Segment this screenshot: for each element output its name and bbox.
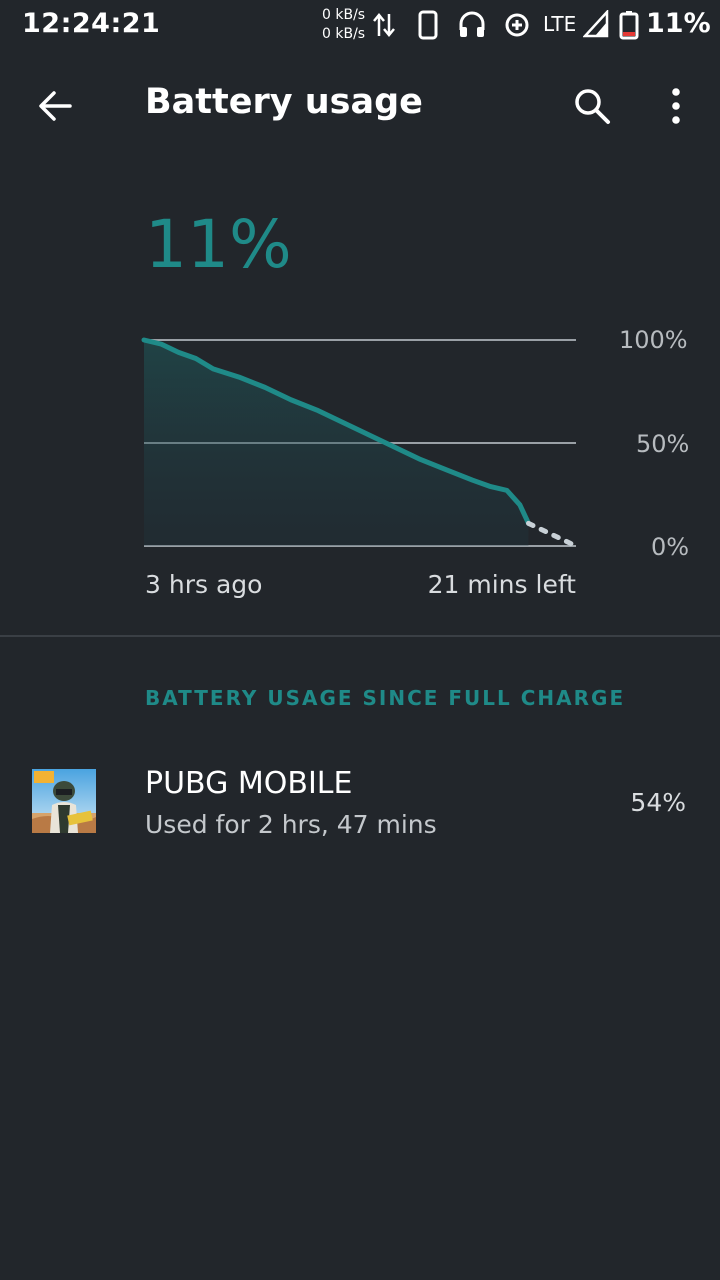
search-icon[interactable] <box>570 84 614 128</box>
signal-icon <box>583 10 609 38</box>
app-name: PUBG MOBILE <box>145 766 353 801</box>
y-tick-label: 50% <box>636 430 690 458</box>
upload-speed: 0 kB/s <box>322 7 366 23</box>
section-header: BATTERY USAGE SINCE FULL CHARGE <box>145 686 626 710</box>
pubg-app-icon <box>32 769 96 833</box>
data-transfer-icon <box>373 13 395 37</box>
app-bar: Battery usage <box>0 52 720 160</box>
x-label-start: 3 hrs ago <box>145 570 263 599</box>
battery-projection-line <box>525 520 579 549</box>
status-battery-percent: 11% <box>646 8 711 39</box>
battery-icon <box>619 11 639 40</box>
battery-level: 11% <box>145 206 292 283</box>
x-label-end: 21 mins left <box>427 570 576 599</box>
status-bar: 12:24:21 0 kB/s 0 kB/s LTE 11% <box>0 0 720 52</box>
y-tick-label: 0% <box>651 533 690 561</box>
back-arrow-icon[interactable] <box>34 84 78 128</box>
app-usage-row[interactable]: PUBG MOBILE Used for 2 hrs, 47 mins 54% <box>0 750 720 860</box>
phone-icon <box>418 10 438 40</box>
divider <box>0 635 720 637</box>
download-speed: 0 kB/s <box>322 26 366 42</box>
y-tick-label: 100% <box>619 326 688 354</box>
app-usage-time: Used for 2 hrs, 47 mins <box>145 810 437 839</box>
status-time: 12:24:21 <box>22 8 161 39</box>
network-speed: 0 kB/s 0 kB/s <box>322 6 365 44</box>
headphones-icon <box>459 11 485 37</box>
app-usage-percent: 54% <box>630 788 686 817</box>
more-vert-icon[interactable] <box>654 84 698 128</box>
battery-chart-plot <box>141 337 579 549</box>
data-saver-icon <box>505 13 529 37</box>
page-title: Battery usage <box>145 82 423 122</box>
network-type: LTE <box>543 12 577 36</box>
battery-chart: 100% 50% 0% 3 hrs ago 21 mins left <box>0 300 720 620</box>
